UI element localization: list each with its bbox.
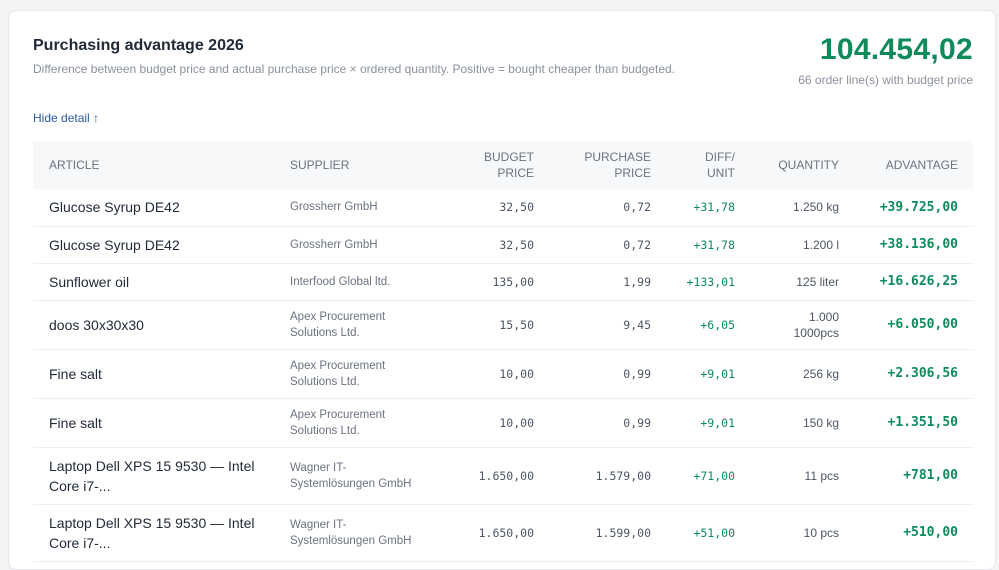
cell-diff-unit: +9,01 — [667, 398, 751, 448]
cell-advantage: +1.351,50 — [855, 398, 974, 448]
cell-article: Glucose Syrup DE42 — [33, 189, 274, 227]
cell-budget-price: 1.650,00 — [444, 504, 550, 562]
cell-supplier: Apex Procurement Solutions Ltd. — [274, 300, 444, 350]
cell-supplier: Wagner IT-Systemlösungen GmbH — [274, 504, 444, 562]
hide-detail-link[interactable]: Hide detail ↑ — [33, 111, 99, 125]
col-header-quantity: QUANTITY — [778, 158, 839, 172]
cell-article: Fine salt — [33, 349, 274, 399]
table-row: Fine salt Apex Procurement Solutions Ltd… — [33, 398, 974, 448]
cell-purchase-price: 1.599,00 — [550, 504, 667, 562]
cell-quantity: 256 kg — [751, 349, 855, 399]
purchasing-advantage-card: Purchasing advantage 2026 Difference bet… — [8, 10, 996, 570]
cell-article: Glucose Syrup DE42 — [33, 226, 274, 264]
cell-diff-unit: +51,00 — [667, 504, 751, 562]
cell-purchase-price: 0,72 — [550, 226, 667, 264]
cell-budget-price: 10,00 — [444, 398, 550, 448]
table-row: Laptop Dell XPS 15 9530 — Intel Core i7-… — [33, 447, 974, 505]
table-row: Sunflower oil Interfood Global ltd. 135,… — [33, 263, 974, 301]
cell-purchase-price: 1.579,00 — [550, 447, 667, 505]
cell-article: Laptop Dell XPS 15 9530 — Intel Core i7-… — [33, 447, 274, 505]
table-row: Glucose Syrup DE42 Grossherr GmbH 32,50 … — [33, 189, 974, 227]
cell-advantage: +6.050,00 — [855, 300, 974, 350]
cell-advantage: +38.136,00 — [855, 226, 974, 264]
cell-supplier: Apex Procurement Solutions Ltd. — [274, 349, 444, 399]
cell-diff-unit: +9,01 — [667, 349, 751, 399]
cell-diff-unit: +133,01 — [667, 263, 751, 301]
table-row: doos 30x30x30 Apex Procurement Solutions… — [33, 300, 974, 350]
cell-advantage: +39.725,00 — [855, 189, 974, 227]
table-row: Glucose Syrup DE42 Grossherr GmbH 32,50 … — [33, 226, 974, 264]
cell-advantage: +781,00 — [855, 447, 974, 505]
cell-diff-unit: +31,78 — [667, 189, 751, 227]
col-header-supplier: SUPPLIER — [290, 158, 350, 172]
cell-budget-price: 135,00 — [444, 263, 550, 301]
cell-diff-unit: +31,78 — [667, 226, 751, 264]
cell-supplier: Grossherr GmbH — [274, 189, 444, 227]
cell-quantity: 125 liter — [751, 263, 855, 301]
cell-quantity: 1.000 1000pcs — [751, 300, 855, 350]
cell-budget-price: 32,50 — [444, 226, 550, 264]
col-header-article: ARTICLE — [49, 158, 100, 172]
cell-advantage: +510,00 — [855, 504, 974, 562]
card-title: Purchasing advantage 2026 — [33, 37, 244, 54]
cell-purchase-price: 9,45 — [550, 300, 667, 350]
cell-quantity: 150 kg — [751, 398, 855, 448]
cell-purchase-price: 0,99 — [550, 349, 667, 399]
cell-advantage: +2.306,56 — [855, 349, 974, 399]
cell-article: Sunflower oil — [33, 263, 274, 301]
advantage-table: ARTICLE SUPPLIER BUDGET PRICE PURCHASE PRI… — [33, 141, 974, 562]
cell-diff-unit: +71,00 — [667, 447, 751, 505]
cell-quantity: 1.250 kg — [751, 189, 855, 227]
cell-supplier: Apex Procurement Solutions Ltd. — [274, 398, 444, 448]
cell-budget-price: 32,50 — [444, 189, 550, 227]
card-subtitle: Difference between budget price and actu… — [33, 62, 675, 76]
cell-budget-price: 10,00 — [444, 349, 550, 399]
cell-article: doos 30x30x30 — [33, 300, 274, 350]
cell-supplier: Grossherr GmbH — [274, 226, 444, 264]
cell-advantage: +16.626,25 — [855, 263, 974, 301]
col-header-budget-price: BUDGET PRICE — [483, 150, 534, 180]
table-header-row: ARTICLE SUPPLIER BUDGET PRICE PURCHASE PRI… — [33, 141, 974, 189]
col-header-diff-unit: DIFF/UNIT — [705, 150, 735, 180]
cell-purchase-price: 0,99 — [550, 398, 667, 448]
col-header-advantage: ADVANTAGE — [885, 158, 958, 172]
cell-budget-price: 15,50 — [444, 300, 550, 350]
table-row: Laptop Dell XPS 15 9530 — Intel Core i7-… — [33, 504, 974, 562]
total-advantage: 104.454,02 — [819, 33, 973, 66]
cell-supplier: Interfood Global ltd. — [274, 263, 444, 301]
cell-article: Fine salt — [33, 398, 274, 448]
table-row: Fine salt Apex Procurement Solutions Ltd… — [33, 349, 974, 399]
order-line-count: 66 order line(s) with budget price — [798, 73, 973, 87]
cell-purchase-price: 0,72 — [550, 189, 667, 227]
cell-quantity: 1.200 l — [751, 226, 855, 264]
cell-purchase-price: 1,99 — [550, 263, 667, 301]
cell-budget-price: 1.650,00 — [444, 447, 550, 505]
cell-article: Laptop Dell XPS 15 9530 — Intel Core i7-… — [33, 504, 274, 562]
cell-diff-unit: +6,05 — [667, 300, 751, 350]
cell-quantity: 10 pcs — [751, 504, 855, 562]
cell-quantity: 11 pcs — [751, 447, 855, 505]
cell-supplier: Wagner IT-Systemlösungen GmbH — [274, 447, 444, 505]
col-header-purchase-price: PURCHASE PRICE — [584, 150, 651, 180]
